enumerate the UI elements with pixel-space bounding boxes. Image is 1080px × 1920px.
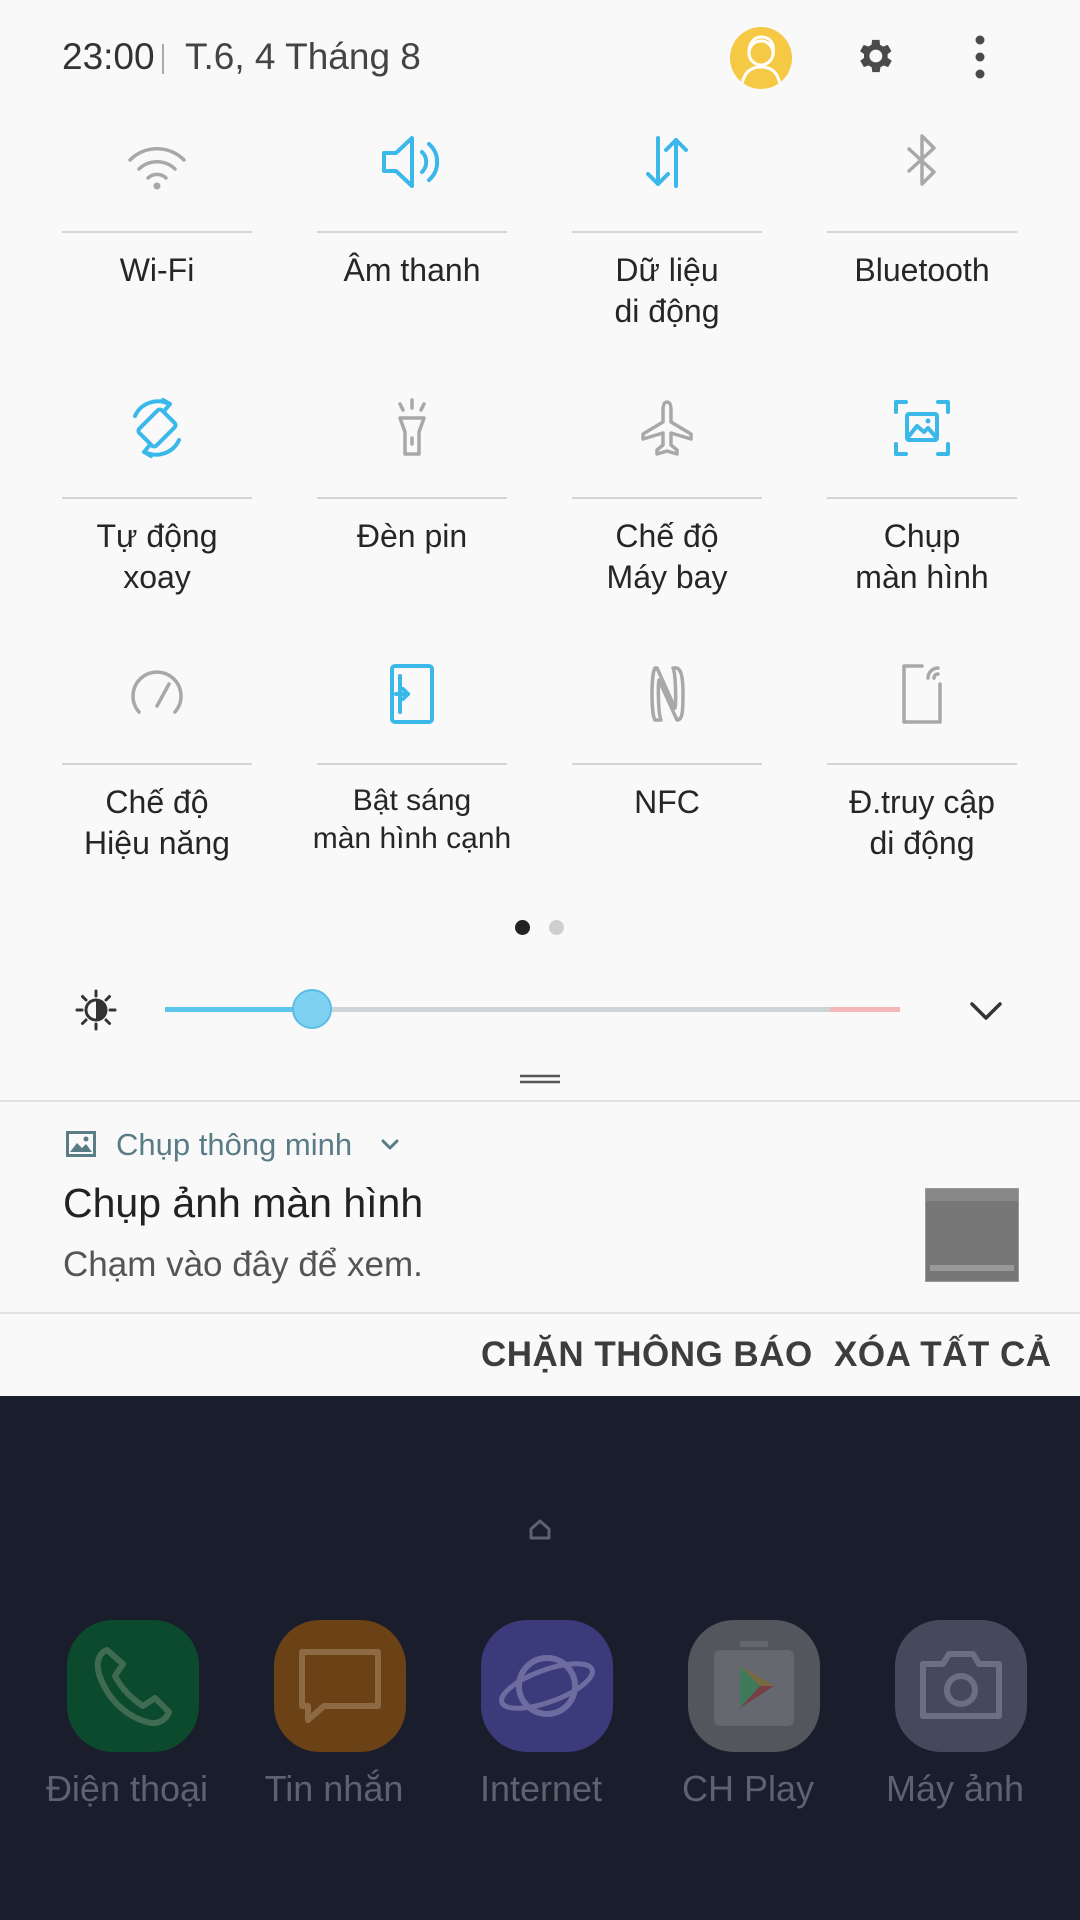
brightness-slider-high-range bbox=[830, 1007, 900, 1012]
tile-divider bbox=[62, 231, 252, 233]
edge-lighting-icon bbox=[390, 664, 434, 724]
tile-label: NFC bbox=[634, 784, 700, 820]
tile-label: Âm thanh bbox=[343, 252, 481, 288]
play-store-icon bbox=[688, 1620, 820, 1752]
status-separator bbox=[162, 44, 164, 74]
internet-icon bbox=[481, 1620, 613, 1752]
auto-rotate-icon bbox=[133, 398, 181, 458]
tile-label: Bật sáng màn hình cạnh bbox=[312, 784, 512, 855]
tile-divider bbox=[62, 763, 252, 765]
clear-all-button[interactable]: XÓA TẤT CẢ bbox=[834, 1335, 1052, 1375]
tile-label: Đ.truy cập di động bbox=[849, 784, 995, 861]
brightness-slider-thumb[interactable] bbox=[292, 989, 332, 1029]
tile-label: Tự động xoay bbox=[96, 518, 218, 595]
chevron-down-icon[interactable] bbox=[378, 1133, 402, 1157]
thumbnail-header bbox=[926, 1189, 1018, 1201]
phone-icon bbox=[67, 1620, 199, 1752]
tile-divider bbox=[572, 497, 762, 499]
tile-divider bbox=[572, 231, 762, 233]
tile-label: Wi-Fi bbox=[119, 252, 195, 288]
tile-divider bbox=[572, 763, 762, 765]
more-options-icon[interactable] bbox=[960, 34, 1000, 80]
mobile-data-icon bbox=[646, 136, 688, 188]
tile-divider bbox=[317, 231, 507, 233]
tile-label: Đèn pin bbox=[356, 518, 468, 554]
notification-panel: 23:00 T.6, 4 Tháng 8 Wi-Fi Âm thanh Dữ l… bbox=[0, 0, 1080, 1396]
bluetooth-icon bbox=[907, 134, 936, 186]
notification-title: Chụp ảnh màn hình bbox=[63, 1180, 424, 1226]
tile-divider bbox=[827, 763, 1017, 765]
expand-chevron-icon[interactable] bbox=[966, 994, 1006, 1026]
settings-gear-icon[interactable] bbox=[852, 34, 896, 78]
screenshot-thumbnail[interactable] bbox=[925, 1188, 1019, 1282]
messages-icon bbox=[274, 1620, 406, 1752]
status-bar: 23:00 T.6, 4 Tháng 8 bbox=[0, 0, 1080, 116]
sound-icon bbox=[382, 136, 440, 188]
screenshot-icon bbox=[894, 400, 950, 456]
brightness-slider-fill bbox=[165, 1007, 312, 1012]
brightness-slider[interactable] bbox=[165, 989, 900, 1029]
nfc-icon bbox=[650, 666, 685, 722]
date: T.6, 4 Tháng 8 bbox=[185, 36, 421, 77]
tile-divider bbox=[827, 497, 1017, 499]
notification-app-name: Chụp thông minh bbox=[116, 1127, 353, 1162]
tile-label: Chế độ Máy bay bbox=[606, 518, 728, 595]
notification-actions: CHẶN THÔNG BÁO XÓA TẤT CẢ bbox=[0, 1315, 1080, 1395]
tile-divider bbox=[62, 497, 252, 499]
page-dot[interactable] bbox=[549, 920, 564, 935]
clock: 23:00 bbox=[62, 36, 155, 77]
tile-divider bbox=[317, 763, 507, 765]
tile-divider bbox=[827, 231, 1017, 233]
panel-drag-handle[interactable] bbox=[520, 1074, 560, 1084]
camera-icon bbox=[895, 1620, 1027, 1752]
flashlight-icon bbox=[398, 398, 426, 456]
user-profile-icon bbox=[740, 35, 782, 86]
wifi-icon bbox=[128, 146, 186, 190]
tile-label: Chế độ Hiệu năng bbox=[84, 784, 230, 861]
tile-label: Chụp màn hình bbox=[855, 518, 989, 595]
app-label: Máy ảnh bbox=[885, 1768, 1025, 1809]
performance-icon bbox=[131, 670, 183, 714]
block-notifications-button[interactable]: CHẶN THÔNG BÁO bbox=[481, 1335, 813, 1375]
mobile-hotspot-icon bbox=[902, 664, 942, 724]
thumbnail-bar bbox=[930, 1265, 1014, 1271]
user-avatar[interactable] bbox=[730, 27, 792, 89]
page-dot-active bbox=[515, 920, 530, 935]
airplane-icon bbox=[641, 400, 693, 456]
notification-header: Chụp thông minh bbox=[66, 1127, 466, 1167]
image-icon bbox=[66, 1131, 96, 1157]
brightness-icon bbox=[75, 989, 117, 1031]
brightness-slider-track bbox=[312, 1007, 830, 1012]
tile-label: Bluetooth bbox=[854, 252, 990, 288]
section-divider bbox=[0, 1312, 1080, 1314]
notification-text: Chạm vào đây để xem. bbox=[63, 1245, 423, 1284]
section-divider bbox=[0, 1100, 1080, 1102]
tile-label: Dữ liệu di động bbox=[614, 252, 720, 329]
home-page-indicator-icon bbox=[529, 1519, 551, 1540]
tile-divider bbox=[317, 497, 507, 499]
